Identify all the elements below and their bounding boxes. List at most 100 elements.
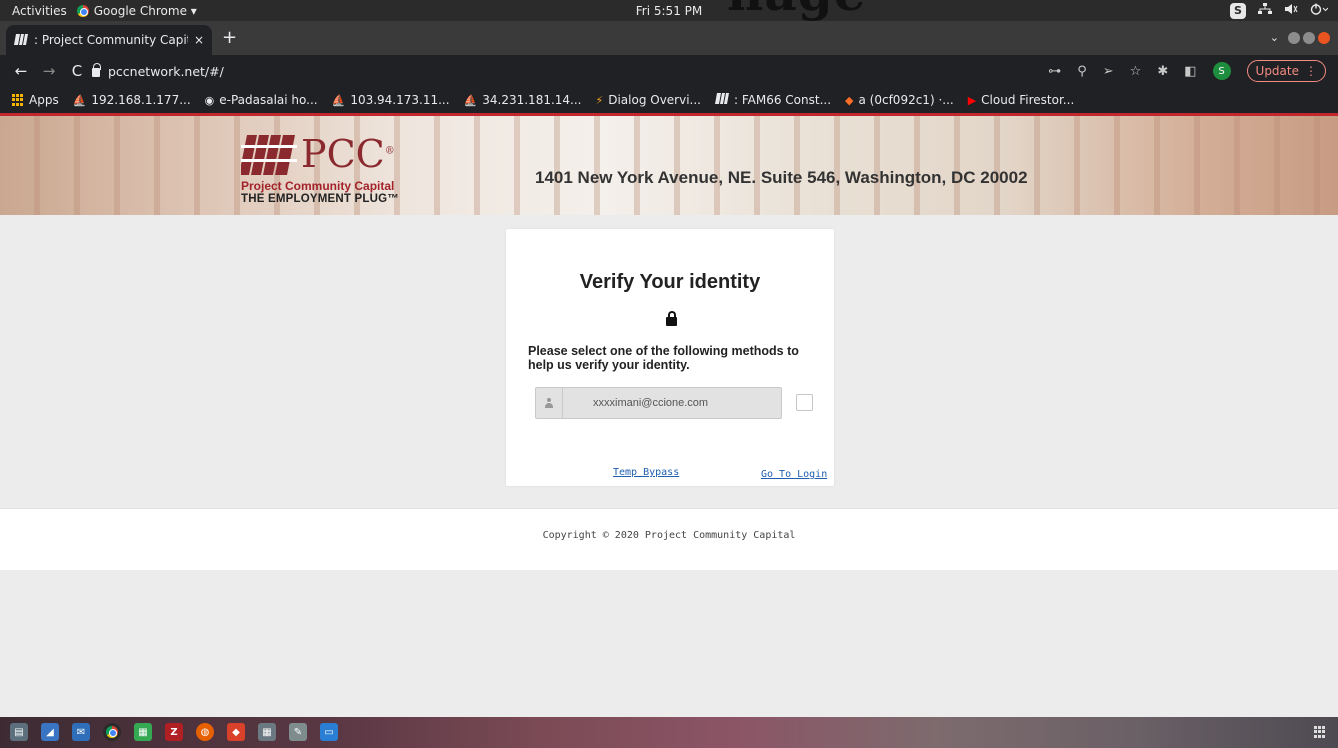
zoom-icon[interactable]: ⚲ — [1077, 64, 1087, 79]
screenshot-tool-icon[interactable]: ◢ — [41, 723, 59, 741]
menu-dots-icon: ⋮ — [1305, 64, 1317, 78]
bookmark-item[interactable]: : FAM66 Const... — [715, 93, 831, 107]
pma-icon: ⛵ — [331, 93, 346, 107]
pma-icon: ⛵ — [72, 93, 87, 107]
bookmark-label: a (0cf092c1) ·... — [858, 93, 954, 107]
document-viewer-icon[interactable]: ▭ — [320, 723, 338, 741]
app-menu-label: Google Chrome ▾ — [93, 3, 197, 18]
globe-icon: ◉ — [204, 93, 215, 107]
clock[interactable]: Fri 5:51 PM — [636, 4, 702, 18]
minimize-button[interactable] — [1288, 31, 1300, 44]
bookmark-label: 34.231.181.14... — [482, 93, 582, 107]
gitlab-icon: ◆ — [845, 93, 854, 107]
bookmark-label: e-Padasalai ho... — [219, 93, 318, 107]
text-editor-icon[interactable]: ✎ — [289, 723, 307, 741]
bookmark-item[interactable]: ◉ e-Padasalai ho... — [205, 93, 318, 107]
bookmark-label: : FAM66 Const... — [734, 93, 832, 107]
logo-tagline: THE EMPLOYMENT PLUG™ — [241, 193, 399, 205]
copyright-text: Copyright © 2020 Project Community Capit… — [542, 530, 796, 541]
update-button[interactable]: Update ⋮ — [1246, 60, 1326, 82]
logo-wordmark: PCC® — [301, 135, 395, 173]
anydesk-icon[interactable]: ◆ — [227, 723, 245, 741]
pcc-logo-mark-icon — [241, 135, 297, 175]
apps-grid-icon — [12, 94, 24, 106]
network-icon[interactable] — [1258, 3, 1272, 18]
bolt-icon: ⚡ — [595, 93, 604, 107]
go-to-login-link[interactable]: Go To Login — [761, 469, 827, 480]
thunderbird-icon[interactable]: ✉ — [72, 723, 90, 741]
omnibox[interactable]: pccnetwork.net/#/ — [92, 58, 1062, 84]
office-address: 1401 New York Avenue, NE. Suite 546, Was… — [535, 168, 1028, 187]
bookmark-apps[interactable]: Apps — [12, 93, 59, 107]
password-key-icon[interactable]: ⊶ — [1048, 64, 1061, 79]
bookmark-item[interactable]: ⛵ 192.168.1.177... — [73, 93, 191, 107]
bookmark-label: Dialog Overvi... — [608, 93, 701, 107]
logo-mark-text: PCC — [301, 132, 385, 176]
toolbar-icons: ⊶ ⚲ ➢ ☆ ✱ ◧ S Update ⋮ — [1048, 60, 1326, 82]
side-panel-icon[interactable]: ◧ — [1184, 64, 1196, 79]
url-text[interactable]: pccnetwork.net/#/ — [108, 64, 224, 79]
bookmark-item[interactable]: ▶ Cloud Firestor... — [968, 93, 1075, 107]
close-window-button[interactable] — [1318, 31, 1330, 44]
temp-bypass-link[interactable]: Temp Bypass — [613, 467, 679, 478]
tab-search-icon[interactable]: ⌄ — [1270, 31, 1279, 44]
verify-identity-card: Verify Your identity Please select one o… — [506, 229, 834, 486]
bookmark-label: 192.168.1.177... — [91, 93, 191, 107]
system-top-bar: Activities Google Chrome ▾ Fri 5:51 PM S — [0, 0, 1338, 21]
tab-project-community-capital[interactable]: : Project Community Capit × — [6, 25, 212, 55]
user-icon — [536, 388, 563, 418]
web-page: PCC® Project Community Capital THE EMPLO… — [0, 113, 1338, 717]
chrome-icon[interactable] — [103, 723, 121, 741]
youtube-icon: ▶ — [967, 93, 977, 107]
libreoffice-calc-icon[interactable]: ▦ — [134, 723, 152, 741]
volume-icon[interactable] — [1284, 3, 1298, 18]
profile-avatar[interactable]: S — [1212, 62, 1231, 80]
firefox-icon[interactable]: ◍ — [196, 723, 214, 741]
skype-icon[interactable]: S — [1230, 2, 1246, 19]
app-menu[interactable]: Google Chrome ▾ — [76, 3, 197, 18]
registered-mark: ® — [384, 145, 395, 157]
lock-icon — [666, 311, 677, 326]
bookmark-label: Apps — [29, 93, 59, 107]
logo-company-name: Project Community Capital — [241, 179, 395, 193]
window-controls: ⌄ — [1270, 31, 1330, 44]
pcc-favicon-icon — [14, 34, 28, 46]
bookmark-star-icon[interactable]: ☆ — [1130, 64, 1142, 79]
power-icon[interactable] — [1310, 3, 1329, 18]
email-value: xxxximani@ccione.com — [593, 397, 709, 409]
site-footer: Copyright © 2020 Project Community Capit… — [0, 508, 1338, 570]
bookmark-label: Cloud Firestor... — [981, 93, 1075, 107]
extensions-icon[interactable]: ✱ — [1157, 64, 1168, 79]
files-cabinet-icon[interactable]: ▤ — [10, 723, 28, 741]
desktop-dock: ▤ ◢ ✉ ▦ Z ◍ ◆ ▦ ✎ ▭ — [0, 717, 1338, 748]
new-tab-button[interactable]: + — [222, 29, 237, 47]
pcc-favicon-icon — [715, 93, 729, 107]
site-header — [0, 113, 1338, 215]
verify-instructions: Please select one of the following metho… — [528, 344, 799, 372]
address-bar: ← → C pccnetwork.net/#/ ⊶ ⚲ ➢ ☆ ✱ ◧ S Up… — [0, 55, 1338, 87]
pma-icon: ⛵ — [463, 93, 478, 107]
show-applications-icon[interactable] — [1314, 726, 1326, 738]
activities-button[interactable]: Activities — [0, 4, 77, 18]
filezilla-icon[interactable]: Z — [165, 723, 183, 741]
email-method-checkbox[interactable] — [796, 394, 813, 411]
dock-apps: ▤ ◢ ✉ ▦ Z ◍ ◆ ▦ ✎ ▭ — [10, 723, 338, 741]
bookmarks-bar: Apps ⛵ 192.168.1.177... ◉ e-Padasalai ho… — [0, 87, 1338, 113]
maximize-button[interactable] — [1303, 31, 1315, 44]
reload-button[interactable]: C — [66, 62, 88, 80]
email-method-field[interactable]: xxxximani@ccione.com — [535, 387, 782, 419]
back-button[interactable]: ← — [10, 62, 32, 80]
calculator-icon[interactable]: ▦ — [258, 723, 276, 741]
update-label: Update — [1255, 64, 1299, 78]
bookmark-item[interactable]: ⚡ Dialog Overvi... — [595, 93, 701, 107]
tab-title: : Project Community Capit — [34, 33, 188, 47]
bookmark-item[interactable]: ◆ a (0cf092c1) ·... — [845, 93, 954, 107]
secure-lock-icon[interactable] — [92, 62, 101, 77]
forward-button[interactable]: → — [38, 62, 60, 80]
send-icon[interactable]: ➢ — [1103, 64, 1114, 79]
bookmark-item[interactable]: ⛵ 34.231.181.14... — [464, 93, 582, 107]
system-tray[interactable]: S — [1230, 2, 1329, 19]
bookmark-item[interactable]: ⛵ 103.94.173.11... — [332, 93, 450, 107]
tab-close-icon[interactable]: × — [194, 33, 204, 47]
overlay-heading-fragment: nage — [727, 0, 867, 18]
